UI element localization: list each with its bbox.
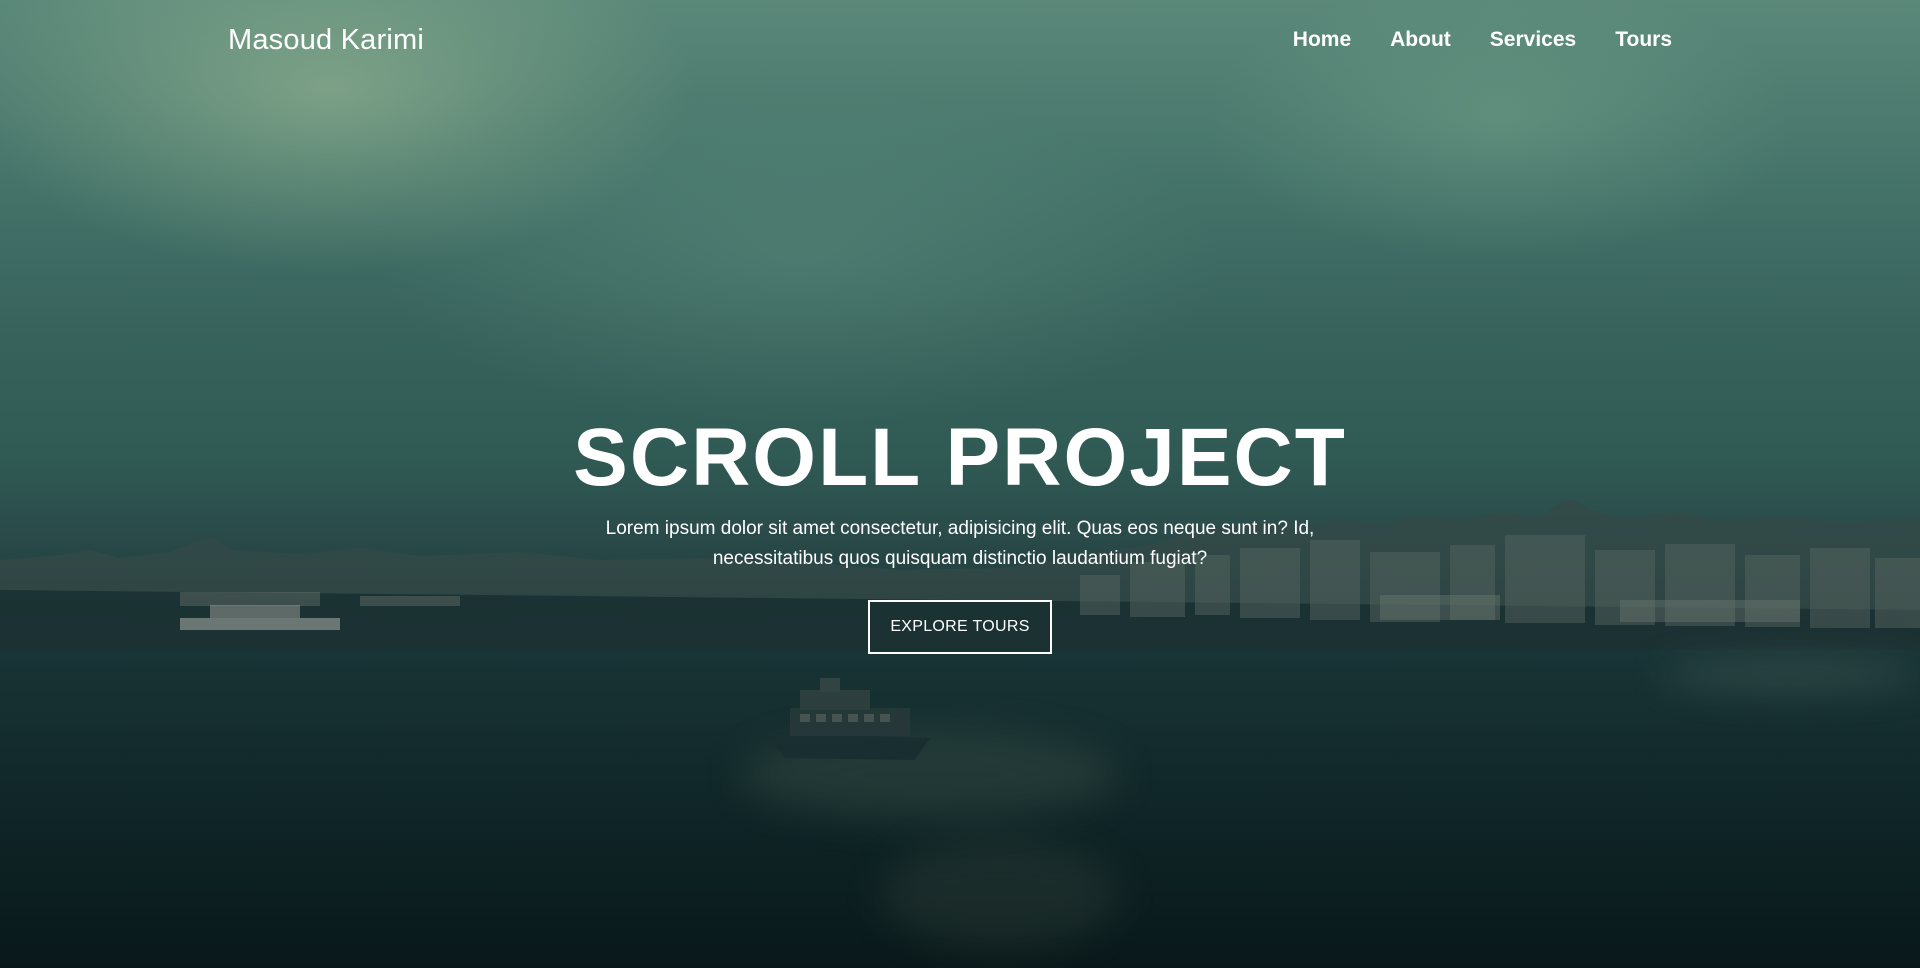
nav-link-home[interactable]: Home (1293, 28, 1351, 52)
nav-link-about[interactable]: About (1390, 28, 1451, 52)
brand-logo[interactable]: Masoud Karimi (228, 24, 424, 57)
hero-banner: SCROLL PROJECT Lorem ipsum dolor sit ame… (0, 410, 1920, 654)
nav-item-services: Services (1451, 28, 1576, 52)
nav-item-tours: Tours (1576, 28, 1672, 52)
nav-item-home: Home (1254, 28, 1351, 52)
nav-link-tours[interactable]: Tours (1615, 28, 1672, 52)
nav-item-about: About (1351, 28, 1451, 52)
navbar: Masoud Karimi Home About Services Tours (0, 0, 1920, 84)
nav-link-services[interactable]: Services (1490, 28, 1576, 52)
hero-title: SCROLL PROJECT (573, 412, 1347, 503)
nav-links: Home About Services Tours (1254, 28, 1672, 52)
hero-section: Masoud Karimi Home About Services Tours … (0, 0, 1920, 968)
explore-tours-button[interactable]: EXPLORE TOURS (868, 600, 1052, 654)
hero-text: Lorem ipsum dolor sit amet consectetur, … (605, 518, 1315, 569)
